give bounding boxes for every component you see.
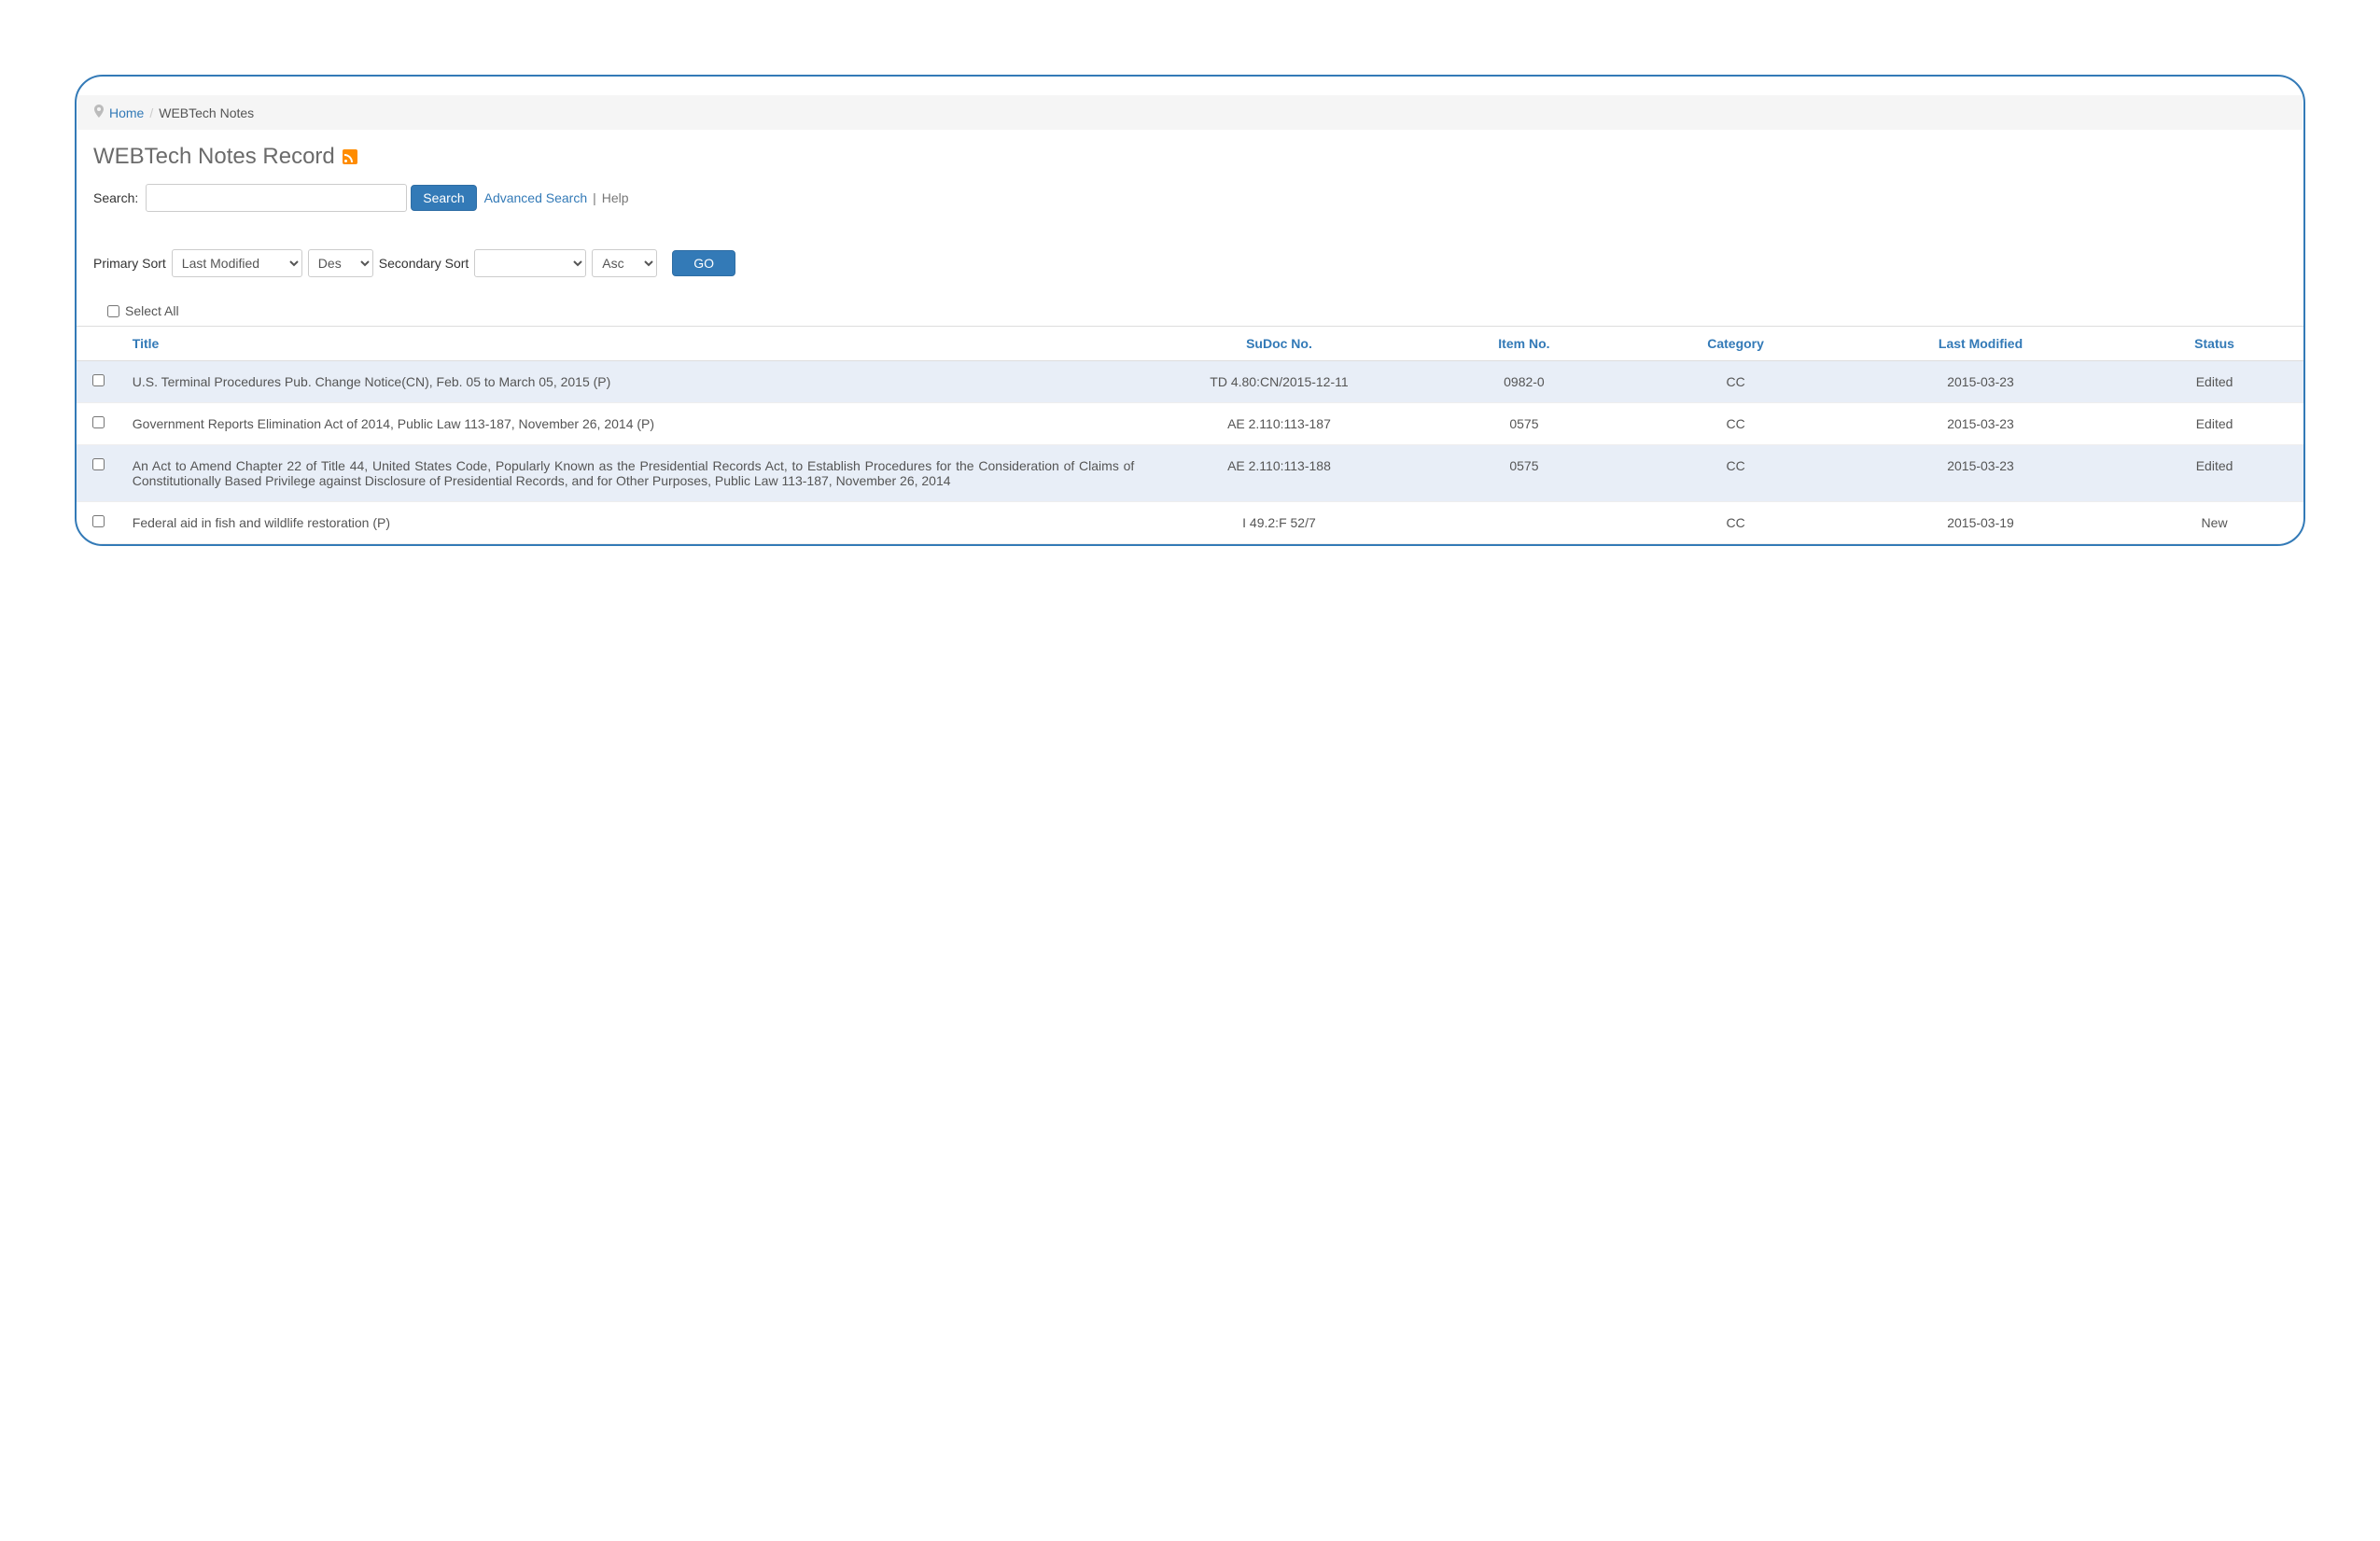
row-checkbox[interactable] [92,515,105,527]
secondary-sort-direction[interactable]: Asc [592,249,657,277]
table-row: An Act to Amend Chapter 22 of Title 44, … [77,445,2303,502]
cell-last-modified: 2015-03-23 [1836,403,2125,445]
cell-sudoc: AE 2.110:113-187 [1145,403,1412,445]
table-row: U.S. Terminal Procedures Pub. Change Not… [77,361,2303,403]
col-header-category[interactable]: Category [1635,327,1836,361]
secondary-sort-select[interactable] [474,249,586,277]
page-title-text: WEBTech Notes Record [93,144,335,170]
col-header-title[interactable]: Title [121,327,1146,361]
select-all-row: Select All [93,303,2287,318]
cell-category: CC [1635,502,1836,544]
select-all-label: Select All [125,303,179,318]
breadcrumb-current: WEBTech Notes [159,105,254,120]
cell-category: CC [1635,403,1836,445]
col-header-last-modified[interactable]: Last Modified [1836,327,2125,361]
cell-status: Edited [2125,403,2303,445]
cell-item: 0575 [1413,445,1636,502]
row-checkbox[interactable] [92,416,105,428]
advanced-search-link[interactable]: Advanced Search [484,190,588,205]
col-header-status[interactable]: Status [2125,327,2303,361]
search-input[interactable] [146,184,407,212]
primary-sort-direction[interactable]: Des [308,249,373,277]
primary-sort-label: Primary Sort [93,256,166,271]
cell-sudoc: I 49.2:F 52/7 [1145,502,1412,544]
location-pin-icon [94,105,104,120]
col-header-item[interactable]: Item No. [1413,327,1636,361]
breadcrumb: Home / WEBTech Notes [77,95,2303,130]
cell-item [1413,502,1636,544]
search-label: Search: [93,190,138,205]
primary-sort-select[interactable]: Last Modified [172,249,302,277]
row-checkbox[interactable] [92,458,105,470]
table-row: Government Reports Elimination Act of 20… [77,403,2303,445]
table-header-row: Title SuDoc No. Item No. Category Last M… [77,327,2303,361]
cell-sudoc: TD 4.80:CN/2015-12-11 [1145,361,1412,403]
table-row: Federal aid in fish and wildlife restora… [77,502,2303,544]
cell-status: New [2125,502,2303,544]
col-header-checkbox [77,327,121,361]
select-all-checkbox[interactable] [107,305,119,317]
cell-title: An Act to Amend Chapter 22 of Title 44, … [121,445,1146,502]
row-checkbox[interactable] [92,374,105,386]
breadcrumb-home-link[interactable]: Home [109,105,144,120]
cell-last-modified: 2015-03-23 [1836,445,2125,502]
results-table: Title SuDoc No. Item No. Category Last M… [77,326,2303,544]
cell-status: Edited [2125,361,2303,403]
help-link[interactable]: Help [602,190,629,205]
search-button[interactable]: Search [411,185,476,211]
cell-last-modified: 2015-03-19 [1836,502,2125,544]
rss-icon[interactable] [343,149,357,164]
sort-row: Primary Sort Last Modified Des Secondary… [93,249,2287,277]
search-row: Search: Search Advanced Search | Help [93,184,2287,212]
cell-title: U.S. Terminal Procedures Pub. Change Not… [121,361,1146,403]
cell-status: Edited [2125,445,2303,502]
col-header-sudoc[interactable]: SuDoc No. [1145,327,1412,361]
cell-category: CC [1635,361,1836,403]
breadcrumb-separator: / [149,105,153,120]
cell-sudoc: AE 2.110:113-188 [1145,445,1412,502]
cell-item: 0982-0 [1413,361,1636,403]
page-title: WEBTech Notes Record [93,144,2287,170]
cell-title: Government Reports Elimination Act of 20… [121,403,1146,445]
secondary-sort-label: Secondary Sort [379,256,469,271]
cell-item: 0575 [1413,403,1636,445]
cell-last-modified: 2015-03-23 [1836,361,2125,403]
cell-title: Federal aid in fish and wildlife restora… [121,502,1146,544]
separator: | [593,190,596,205]
cell-category: CC [1635,445,1836,502]
go-button[interactable]: GO [672,250,735,276]
main-panel: Home / WEBTech Notes WEBTech Notes Recor… [75,75,2305,546]
